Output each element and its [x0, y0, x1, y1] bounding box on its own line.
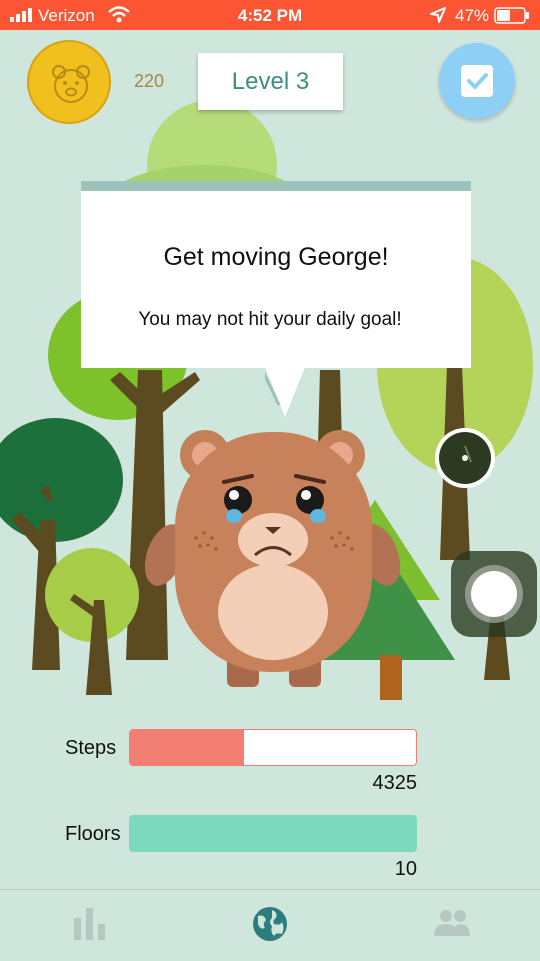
battery-icon [494, 7, 529, 24]
floors-progress-bar [129, 815, 417, 852]
assistive-touch-button[interactable] [451, 551, 537, 637]
people-icon [434, 910, 470, 936]
steps-progress-fill [130, 730, 245, 765]
floors-label: Floors [65, 823, 121, 845]
tab-bar [0, 889, 540, 961]
steps-progress-bar [129, 729, 417, 766]
steps-value: 4325 [372, 772, 418, 794]
coin-avatar[interactable] [27, 40, 111, 124]
compass-button[interactable] [433, 426, 497, 490]
bear-face-icon [52, 65, 90, 103]
message-body: You may not hit your daily goal! [138, 309, 402, 330]
floors-value: 10 [394, 858, 417, 880]
speech-bubble-tail [265, 367, 305, 417]
status-bar: Verizon 4:52 PM 47% [0, 0, 540, 30]
coin-count: 220 [134, 71, 165, 91]
speech-bubble [81, 181, 471, 368]
steps-label: Steps [65, 737, 117, 759]
assistive-touch-dot [471, 571, 517, 617]
level-badge[interactable]: Level 3 [198, 53, 343, 110]
tab-stats[interactable] [0, 890, 180, 961]
tree-trunk [380, 655, 402, 700]
battery-percent: 47% [455, 6, 490, 25]
message-title: Get moving George! [163, 243, 389, 271]
globe-icon [253, 907, 287, 941]
tab-world[interactable] [180, 890, 360, 961]
location-arrow-icon [430, 7, 446, 23]
checkbox-icon [461, 65, 493, 97]
tab-friends[interactable] [360, 890, 540, 961]
checklist-button[interactable] [439, 43, 515, 119]
bar-chart-icon [74, 908, 105, 940]
